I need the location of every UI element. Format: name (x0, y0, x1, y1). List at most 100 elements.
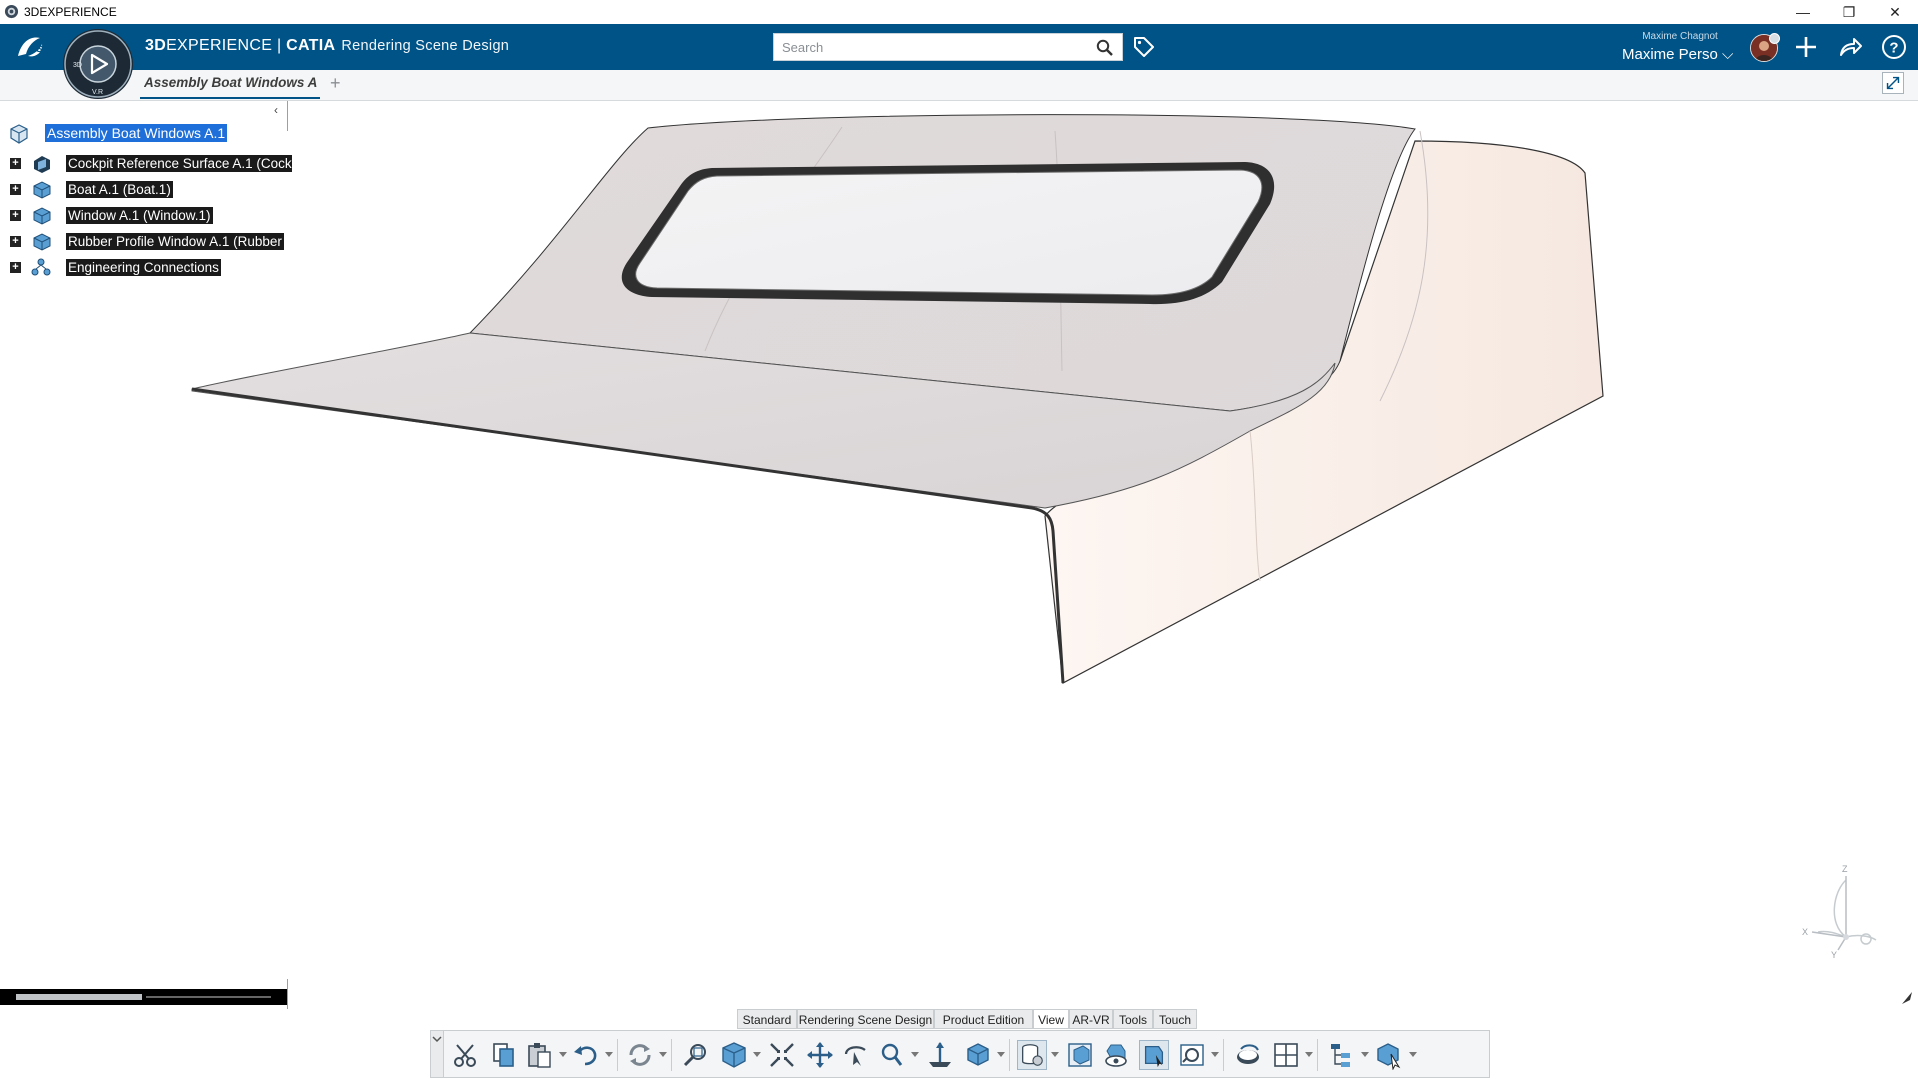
section-tab-ar-vr[interactable]: AR-VR (1069, 1009, 1113, 1029)
fit-all-icon[interactable] (767, 1040, 797, 1070)
tree-item-label[interactable]: Engineering Connections (66, 259, 221, 276)
render-style-icon[interactable] (963, 1040, 993, 1070)
expand-icon[interactable]: + (10, 236, 21, 247)
undo-dropdown-icon[interactable] (605, 1052, 613, 1057)
section-tab-view[interactable]: View (1033, 1009, 1069, 1029)
clipping-icon[interactable] (1065, 1040, 1095, 1070)
look-at-icon[interactable] (1177, 1040, 1207, 1070)
swap-visible-icon[interactable] (1139, 1040, 1169, 1070)
tree-item-label[interactable]: Cockpit Reference Surface A.1 (Cock (66, 155, 292, 172)
expand-icon[interactable]: + (10, 262, 21, 273)
close-button[interactable]: ✕ (1872, 0, 1918, 24)
hide-show-icon[interactable] (1101, 1040, 1131, 1070)
axis-compass-icon[interactable]: Z X Y (1778, 862, 1898, 962)
connections-icon (31, 258, 51, 276)
separator (1009, 1039, 1010, 1071)
cube-dropdown-icon[interactable] (1409, 1052, 1417, 1057)
brand-experience: EXPERIENCE | (166, 37, 287, 54)
pan-icon[interactable] (805, 1040, 835, 1070)
scrollbar-track[interactable] (146, 996, 271, 998)
tree-horizontal-scrollbar[interactable] (0, 989, 288, 1005)
top-bar: DS 3DEXPERIENCE | CATIA Rendering Scene D… (0, 24, 1918, 70)
tree-icon[interactable] (1327, 1040, 1357, 1070)
brand-3d: 3D (145, 37, 167, 54)
help-icon[interactable]: ? (1880, 33, 1908, 61)
share-icon[interactable] (1836, 33, 1864, 61)
zoom-area-icon[interactable] (681, 1040, 711, 1070)
section-tab-tools[interactable]: Tools (1113, 1009, 1153, 1029)
svg-text:DS: DS (30, 44, 43, 54)
cut-icon[interactable] (451, 1040, 481, 1070)
render-style-dropdown-icon[interactable] (997, 1052, 1005, 1057)
active-tab-indicator (140, 97, 320, 99)
view-orientation-dropdown-icon[interactable] (753, 1052, 761, 1057)
tree-root-label[interactable]: Assembly Boat Windows A.1 (45, 124, 228, 142)
user-menu[interactable]: Maxime Perso ⌵ (1622, 46, 1733, 63)
svg-text:?: ? (1889, 40, 1898, 57)
expand-icon[interactable]: + (10, 184, 21, 195)
expand-icon[interactable]: + (10, 210, 21, 221)
add-icon[interactable] (1792, 33, 1820, 61)
action-bar-handle[interactable] (430, 1030, 444, 1078)
app-logo-icon (4, 4, 19, 19)
tree-divider-bottom (287, 979, 288, 1009)
expand-icon[interactable]: + (10, 158, 21, 169)
search-box[interactable] (773, 33, 1123, 61)
rotate-icon[interactable] (841, 1040, 871, 1070)
section-tab-product-edition[interactable]: Product Edition (934, 1009, 1033, 1029)
tree-divider (287, 101, 288, 131)
scrollbar-thumb[interactable] (16, 994, 142, 1000)
part-icon (33, 207, 51, 225)
tree-dropdown-icon[interactable] (1361, 1052, 1369, 1057)
ambiance-dropdown-icon[interactable] (1051, 1052, 1059, 1057)
tag-icon[interactable] (1132, 35, 1156, 59)
tree-item-label[interactable]: Window A.1 (Window.1) (66, 207, 213, 224)
look-at-dropdown-icon[interactable] (1211, 1052, 1219, 1057)
update-dropdown-icon[interactable] (659, 1052, 667, 1057)
restore-button[interactable]: ❐ (1826, 0, 1872, 24)
brand-catia: CATIA (286, 37, 336, 54)
separator (671, 1039, 672, 1071)
cube-cursor-icon[interactable] (1375, 1040, 1405, 1070)
brand-title: 3DEXPERIENCE | CATIA Rendering Scene Desi… (145, 37, 509, 55)
notification-badge (1769, 33, 1780, 44)
section-tab-touch[interactable]: Touch (1153, 1009, 1197, 1029)
separator (1223, 1039, 1224, 1071)
compass-widget[interactable]: 3D V.R (62, 28, 134, 100)
search-icon[interactable] (1096, 39, 1114, 57)
search-input[interactable] (774, 34, 1092, 60)
action-bar (430, 1030, 1490, 1078)
tab-assembly[interactable]: Assembly Boat Windows A (144, 75, 319, 99)
document-tab-bar: Assembly Boat Windows A + (0, 70, 1918, 101)
new-tab-button[interactable]: + (330, 73, 341, 94)
chevron-down-icon[interactable] (431, 1034, 443, 1044)
layout-grid-icon[interactable] (1271, 1040, 1301, 1070)
shape-icon (34, 156, 50, 173)
normal-view-icon[interactable] (925, 1040, 955, 1070)
tree-item-label[interactable]: Rubber Profile Window A.1 (Rubber (66, 233, 284, 250)
zoom-dropdown-icon[interactable] (911, 1052, 919, 1057)
ambiance-icon[interactable] (1017, 1040, 1047, 1070)
part-icon (33, 233, 51, 251)
paste-dropdown-icon[interactable] (559, 1052, 567, 1057)
tree-item-label[interactable]: Boat A.1 (Boat.1) (66, 181, 173, 198)
update-icon[interactable] (625, 1040, 655, 1070)
axis-label-x: X (1802, 927, 1808, 937)
undo-icon[interactable] (571, 1040, 601, 1070)
view-orientation-icon[interactable] (719, 1040, 749, 1070)
layout-dropdown-icon[interactable] (1305, 1052, 1313, 1057)
section-tab-rendering-scene-design[interactable]: Rendering Scene Design (797, 1009, 934, 1029)
copy-icon[interactable] (489, 1040, 519, 1070)
tree-collapse-button[interactable]: ‹ (274, 103, 278, 117)
paste-icon[interactable] (525, 1040, 555, 1070)
fullscreen-icon[interactable] (1882, 72, 1904, 94)
separator (617, 1039, 618, 1071)
capture-icon[interactable] (1233, 1040, 1263, 1070)
dassault-logo-icon[interactable]: DS (12, 30, 48, 64)
user-fullname: Maxime Chagnot (1642, 31, 1718, 42)
zoom-icon[interactable] (877, 1040, 907, 1070)
resize-grip-icon[interactable] (1900, 988, 1914, 1006)
minimize-button[interactable]: — (1780, 0, 1826, 24)
section-tab-standard[interactable]: Standard (737, 1009, 797, 1029)
product-icon (10, 124, 28, 144)
